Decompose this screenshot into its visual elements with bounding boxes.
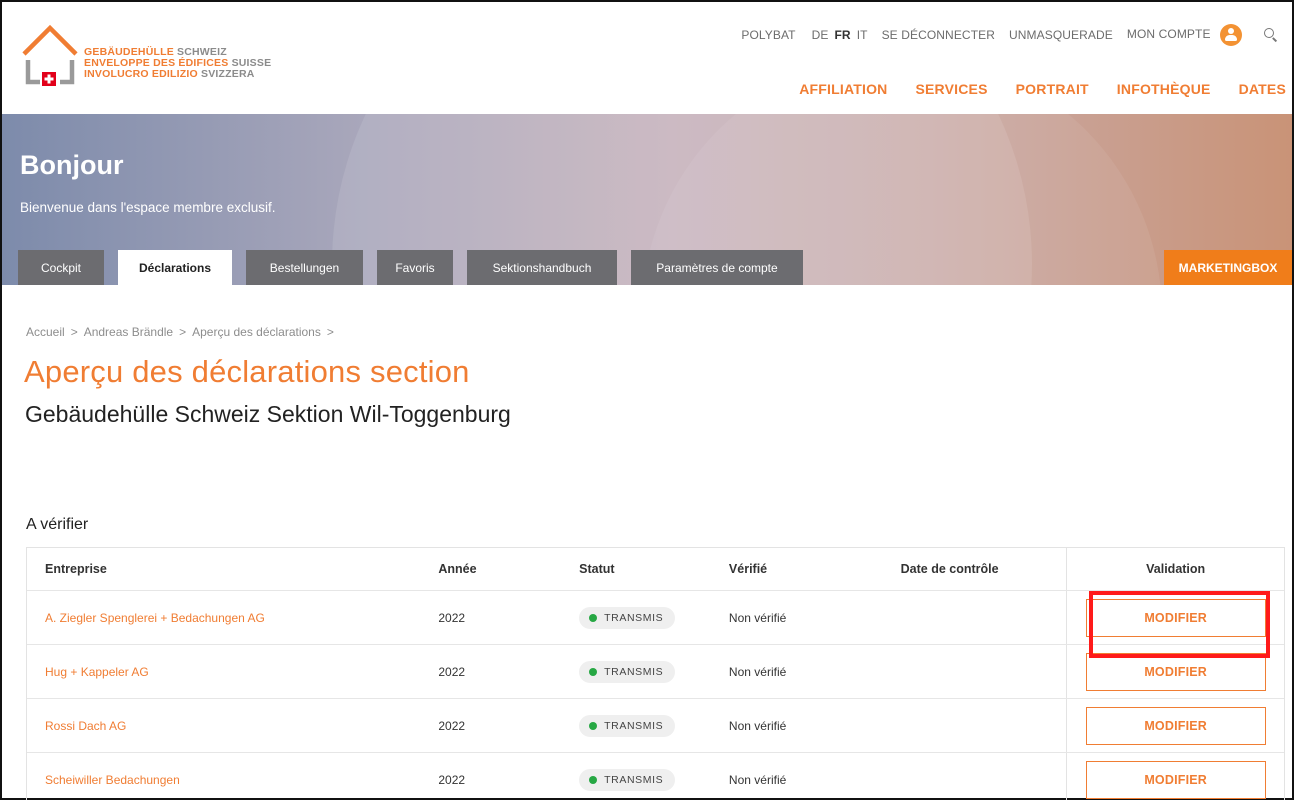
logout-link[interactable]: SE DÉCONNECTER (882, 28, 995, 42)
year-cell: 2022 (438, 664, 466, 679)
tab-sektionshandbuch[interactable]: Sektionshandbuch (467, 250, 617, 285)
status-label: TRANSMIS (604, 665, 664, 678)
status-badge: TRANSMIS (579, 606, 676, 629)
header-validation: Validation (1066, 548, 1284, 590)
breadcrumb-separator: > (179, 325, 187, 339)
company-link[interactable]: Scheiwiller Bedachungen (45, 773, 180, 787)
my-account-label: MON COMPTE (1126, 27, 1211, 42)
verified-cell: Non vérifié (728, 718, 787, 733)
status-dot-icon (589, 613, 598, 622)
header-verifie: Vérifié (728, 562, 768, 576)
marketingbox-button[interactable]: MARKETINGBOX (1164, 250, 1292, 285)
status-badge: TRANSMIS (579, 660, 676, 683)
header-date-controle: Date de contrôle (900, 562, 999, 576)
table-row: A. Ziegler Spenglerei + Bedachungen AG 2… (27, 591, 1284, 645)
site-logo[interactable]: GEBÄUDEHÜLLE SCHWEIZ ENVELOPPE DES ÉDIFI… (20, 22, 320, 102)
year-cell: 2022 (438, 610, 466, 625)
header-annee: Année (438, 562, 477, 576)
table-header: Entreprise Année Statut Vérifié Date de … (27, 548, 1284, 591)
main-nav: AFFILIATION SERVICES PORTRAIT INFOTHÈQUE… (771, 81, 1286, 97)
nav-infotheque[interactable]: INFOTHÈQUE (1117, 81, 1211, 97)
table-row: Scheiwiller Bedachungen 2022 TRANSMIS No… (27, 753, 1284, 800)
header-statut: Statut (579, 562, 615, 576)
year-cell: 2022 (438, 718, 466, 733)
tab-bestellungen[interactable]: Bestellungen (246, 250, 363, 285)
nav-services[interactable]: SERVICES (915, 81, 987, 97)
status-label: TRANSMIS (604, 611, 664, 624)
tab-parametres-compte[interactable]: Paramètres de compte (631, 250, 803, 285)
hero-banner: Bonjour Bienvenue dans l'espace membre e… (2, 114, 1292, 285)
hero-title: Bonjour (20, 150, 124, 180)
lang-fr-link[interactable]: FR (835, 28, 851, 42)
tab-cockpit[interactable]: Cockpit (18, 250, 104, 285)
my-account-link[interactable]: MON COMPTE (1127, 24, 1242, 46)
breadcrumb-separator: > (70, 325, 78, 339)
modifier-button[interactable]: MODIFIER (1085, 598, 1266, 637)
breadcrumb-home[interactable]: Accueil (26, 325, 65, 339)
breadcrumb-user[interactable]: Andreas Brändle (84, 325, 173, 339)
verified-cell: Non vérifié (728, 664, 787, 679)
tab-declarations[interactable]: Déclarations (118, 250, 232, 285)
company-link[interactable]: Hug + Kappeler AG (45, 665, 149, 679)
breadcrumb: Accueil > Andreas Brändle > Aperçu des d… (26, 325, 340, 339)
verified-cell: Non vérifié (728, 610, 787, 625)
year-cell: 2022 (438, 772, 466, 787)
search-icon[interactable] (1264, 28, 1278, 42)
utility-nav: POLYBAT DE FR IT SE DÉCONNECTER UNMASQUE… (727, 24, 1278, 46)
table-row: Hug + Kappeler AG 2022 TRANSMIS Non véri… (27, 645, 1284, 699)
status-badge: TRANSMIS (579, 768, 676, 791)
status-dot-icon (589, 775, 598, 784)
status-dot-icon (589, 721, 598, 730)
lang-de-link[interactable]: DE (812, 28, 829, 42)
lang-it-link[interactable]: IT (857, 28, 868, 42)
site-header: GEBÄUDEHÜLLE SCHWEIZ ENVELOPPE DES ÉDIFI… (2, 2, 1292, 114)
breadcrumb-separator: > (326, 325, 334, 339)
status-badge: TRANSMIS (579, 714, 676, 737)
nav-portrait[interactable]: PORTRAIT (1016, 81, 1089, 97)
nav-affiliation[interactable]: AFFILIATION (799, 81, 887, 97)
modifier-button[interactable]: MODIFIER (1085, 760, 1266, 799)
status-dot-icon (589, 667, 598, 676)
section-title: A vérifier (26, 516, 89, 533)
status-label: TRANSMIS (604, 719, 664, 732)
polybat-link[interactable]: POLYBAT (741, 28, 795, 42)
member-tabs: Cockpit Déclarations Bestellungen Favori… (18, 250, 817, 285)
status-label: TRANSMIS (604, 773, 664, 786)
tab-favoris[interactable]: Favoris (377, 250, 453, 285)
declarations-table: Entreprise Année Statut Vérifié Date de … (26, 547, 1285, 800)
modifier-button[interactable]: MODIFIER (1085, 652, 1266, 691)
header-entreprise: Entreprise (45, 562, 107, 576)
table-row: Rossi Dach AG 2022 TRANSMIS Non vérifié … (27, 699, 1284, 753)
house-logo-icon (22, 24, 78, 86)
nav-dates[interactable]: DATES (1239, 81, 1286, 97)
page-subtitle: Gebäudehülle Schweiz Sektion Wil-Toggenb… (25, 401, 511, 427)
hero-subtitle: Bienvenue dans l'espace membre exclusif. (20, 200, 276, 215)
user-avatar-icon (1220, 24, 1242, 46)
logo-wordmark: GEBÄUDEHÜLLE SCHWEIZ ENVELOPPE DES ÉDIFI… (84, 46, 272, 80)
verified-cell: Non vérifié (728, 772, 787, 787)
unmasquerade-link[interactable]: UNMASQUERADE (1009, 28, 1113, 42)
page-title: Aperçu des déclarations section (24, 354, 470, 389)
modifier-button[interactable]: MODIFIER (1085, 706, 1266, 745)
language-switcher: DE FR IT (812, 28, 868, 42)
company-link[interactable]: A. Ziegler Spenglerei + Bedachungen AG (45, 611, 265, 625)
breadcrumb-current[interactable]: Aperçu des déclarations (192, 325, 321, 339)
company-link[interactable]: Rossi Dach AG (45, 719, 126, 733)
